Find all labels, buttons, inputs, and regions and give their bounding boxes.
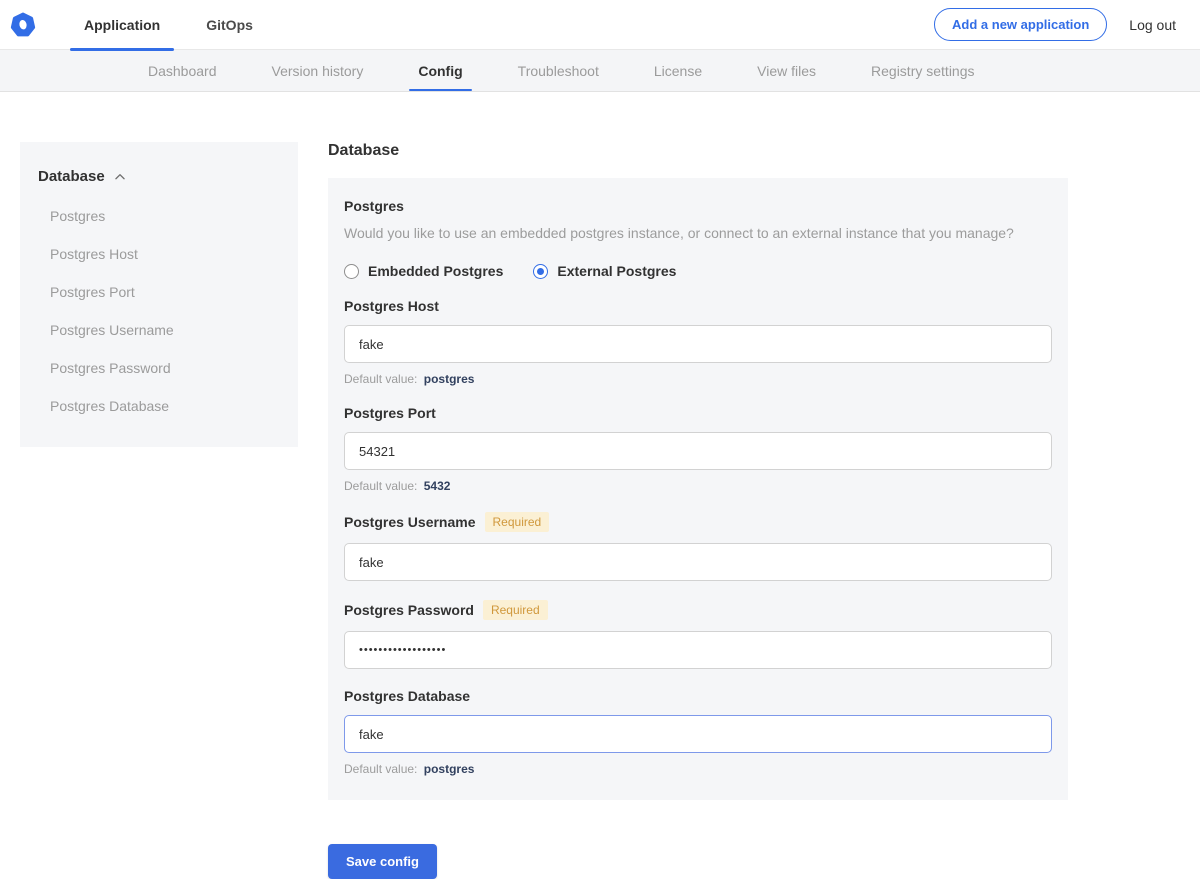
field-label-postgres-database: Postgres Database: [344, 688, 470, 704]
group-name: Postgres: [344, 198, 1052, 214]
subtab-config[interactable]: Config: [418, 50, 462, 91]
subtab-version-history[interactable]: Version history: [272, 50, 364, 91]
radio-circle-icon: [344, 264, 359, 279]
app-sub-nav: Dashboard Version history Config Trouble…: [0, 50, 1200, 92]
sidebar-group-label: Database: [38, 168, 105, 185]
postgres-host-input[interactable]: [344, 325, 1052, 363]
sidebar-item-postgres-database[interactable]: Postgres Database: [38, 387, 280, 425]
tab-gitops[interactable]: GitOps: [192, 0, 267, 50]
default-hint-value: 5432: [424, 479, 451, 493]
sidebar-item-postgres-port[interactable]: Postgres Port: [38, 273, 280, 311]
subtab-view-files-label: View files: [757, 63, 816, 79]
logout-link[interactable]: Log out: [1129, 17, 1176, 33]
subtab-dashboard[interactable]: Dashboard: [148, 50, 217, 91]
subtab-registry-settings-label: Registry settings: [871, 63, 974, 79]
subtab-dashboard-label: Dashboard: [148, 63, 217, 79]
page-title: Database: [328, 142, 1068, 160]
chevron-up-icon: [113, 170, 127, 184]
postgres-type-radio-group: Embedded Postgres External Postgres: [344, 263, 1052, 279]
postgres-port-input[interactable]: [344, 432, 1052, 470]
field-postgres-host: Postgres Host Default value: postgres: [344, 298, 1052, 386]
postgres-username-input[interactable]: [344, 543, 1052, 581]
radio-external-postgres-label: External Postgres: [557, 263, 676, 279]
sidebar-item-list: Postgres Postgres Host Postgres Port Pos…: [38, 197, 280, 425]
field-label-postgres-password: Postgres Password: [344, 602, 474, 618]
sidebar-group-database[interactable]: Database: [38, 168, 280, 185]
required-badge: Required: [485, 512, 550, 532]
subtab-config-label: Config: [418, 63, 462, 79]
sidebar-item-postgres[interactable]: Postgres: [38, 197, 280, 235]
default-hint-value: postgres: [424, 762, 475, 776]
subtab-view-files[interactable]: View files: [757, 50, 816, 91]
top-nav: Application GitOps Add a new application…: [0, 0, 1200, 50]
field-label-postgres-host: Postgres Host: [344, 298, 439, 314]
config-layout: Database Postgres Postgres Host Postgres…: [0, 142, 1200, 879]
radio-embedded-postgres-label: Embedded Postgres: [368, 263, 503, 279]
default-hint-label: Default value:: [344, 762, 417, 776]
subtab-registry-settings[interactable]: Registry settings: [871, 50, 974, 91]
field-label-postgres-port: Postgres Port: [344, 405, 436, 421]
field-postgres-port: Postgres Port Default value: 5432: [344, 405, 1052, 493]
tab-application[interactable]: Application: [70, 0, 174, 50]
radio-external-postgres[interactable]: External Postgres: [533, 263, 676, 279]
app-logo-icon[interactable]: [10, 12, 36, 38]
subtab-troubleshoot-label: Troubleshoot: [518, 63, 599, 79]
postgres-database-input[interactable]: [344, 715, 1052, 753]
config-sidebar: Database Postgres Postgres Host Postgres…: [20, 142, 298, 447]
field-postgres-username: Postgres Username Required: [344, 512, 1052, 581]
radio-embedded-postgres[interactable]: Embedded Postgres: [344, 263, 503, 279]
default-hint-label: Default value:: [344, 372, 417, 386]
default-hint-value: postgres: [424, 372, 475, 386]
radio-circle-icon: [533, 264, 548, 279]
field-postgres-database: Postgres Database Default value: postgre…: [344, 688, 1052, 776]
top-tabs: Application GitOps: [70, 0, 285, 50]
tab-application-label: Application: [84, 17, 160, 33]
field-label-postgres-username: Postgres Username: [344, 514, 476, 530]
postgres-password-input[interactable]: [344, 631, 1052, 669]
subtab-version-history-label: Version history: [272, 63, 364, 79]
add-new-application-button[interactable]: Add a new application: [934, 8, 1107, 41]
subtab-license-label: License: [654, 63, 702, 79]
field-postgres-password: Postgres Password Required: [344, 600, 1052, 669]
group-description: Would you like to use an embedded postgr…: [344, 223, 1052, 243]
database-config-group: Postgres Would you like to use an embedd…: [328, 178, 1068, 800]
default-hint: Default value: 5432: [344, 479, 1052, 493]
tab-gitops-label: GitOps: [206, 17, 253, 33]
default-hint: Default value: postgres: [344, 372, 1052, 386]
subtab-license[interactable]: License: [654, 50, 702, 91]
config-main: Database Postgres Would you like to use …: [328, 142, 1068, 879]
sidebar-item-postgres-host[interactable]: Postgres Host: [38, 235, 280, 273]
default-hint: Default value: postgres: [344, 762, 1052, 776]
default-hint-label: Default value:: [344, 479, 417, 493]
required-badge: Required: [483, 600, 548, 620]
sidebar-item-postgres-password[interactable]: Postgres Password: [38, 349, 280, 387]
sidebar-item-postgres-username[interactable]: Postgres Username: [38, 311, 280, 349]
subtab-troubleshoot[interactable]: Troubleshoot: [518, 50, 599, 91]
